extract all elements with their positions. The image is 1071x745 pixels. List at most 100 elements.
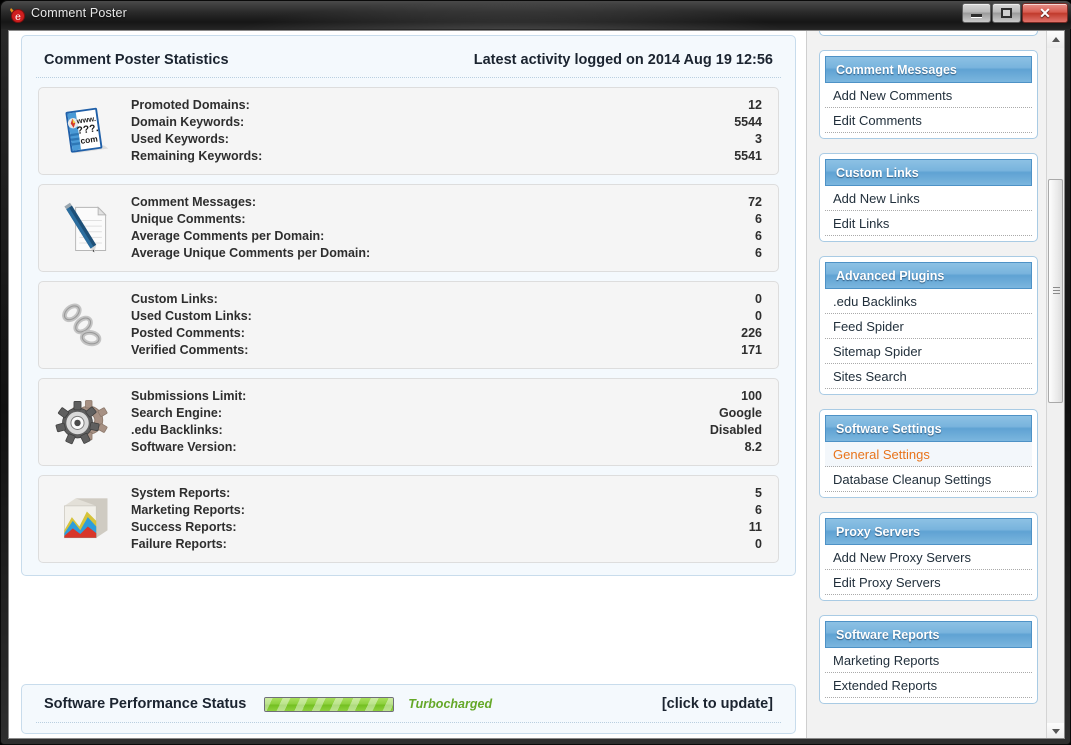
chart-box-icon: [53, 487, 117, 551]
sidebar-item-add-new-links[interactable]: Add New Links: [825, 186, 1032, 211]
svg-text:e: e: [15, 12, 21, 23]
stat-row: Posted Comments: 226: [131, 325, 764, 342]
sidebar-panel-software-settings: Software Settings General Settings Datab…: [819, 409, 1038, 498]
stat-value: Google: [719, 405, 762, 422]
sidebar-item-database-cleanup-settings[interactable]: Database Cleanup Settings: [825, 467, 1032, 492]
sidebar-panel-software-reports: Software Reports Marketing Reports Exten…: [819, 615, 1038, 704]
performance-status-card: Software Performance Status Turbocharged…: [21, 684, 796, 734]
sidebar-item-edit-links[interactable]: Edit Links: [825, 211, 1032, 236]
performance-progress-fill: [265, 698, 393, 711]
stat-label: Domain Keywords:: [131, 114, 244, 131]
stat-value: 72: [748, 194, 762, 211]
app-e-icon: e: [8, 6, 26, 24]
stat-value: 6: [755, 228, 762, 245]
stat-label: Custom Links:: [131, 291, 218, 308]
sidebar-item-add-new-proxy-servers[interactable]: Add New Proxy Servers: [825, 545, 1032, 570]
stat-label: Posted Comments:: [131, 325, 245, 342]
stat-rows: Promoted Domains: 12 Domain Keywords: 55…: [131, 97, 764, 165]
scroll-thumb-grip-icon: [1053, 287, 1060, 295]
stat-value: 5544: [734, 114, 762, 131]
title-bar: e Comment Poster ✕: [1, 1, 1071, 29]
sidebar-item-marketing-reports[interactable]: Marketing Reports: [825, 648, 1032, 673]
stat-row: Remaining Keywords: 5541: [131, 148, 764, 165]
sidebar-panel-heading: Advanced Plugins: [825, 262, 1032, 289]
performance-title: Software Performance Status: [44, 696, 246, 712]
stat-block-reports: System Reports: 5 Marketing Reports: 6 S…: [38, 475, 779, 563]
triangle-down-icon: [1052, 729, 1060, 734]
stat-row: Success Reports: 11: [131, 519, 764, 536]
sidebar-item-edu-backlinks[interactable]: .edu Backlinks: [825, 289, 1032, 314]
window-title: Comment Poster: [31, 6, 127, 20]
sidebar-panel-heading: Custom Links: [825, 159, 1032, 186]
stat-label: Comment Messages:: [131, 194, 256, 211]
sidebar-panel-heading: Software Settings: [825, 415, 1032, 442]
stat-rows: Custom Links: 0 Used Custom Links: 0 Pos…: [131, 291, 764, 359]
stat-value: 5: [755, 485, 762, 502]
statistics-card: Comment Poster Statistics Latest activit…: [21, 35, 796, 576]
stat-rows: Comment Messages: 72 Unique Comments: 6 …: [131, 194, 764, 262]
stat-label: Success Reports:: [131, 519, 237, 536]
stat-row: Average Comments per Domain: 6: [131, 228, 764, 245]
stat-row: Software Version: 8.2: [131, 439, 764, 456]
client-area: Comment Poster Statistics Latest activit…: [8, 30, 1065, 739]
stat-row: System Reports: 5: [131, 485, 764, 502]
stat-row: Used Custom Links: 0: [131, 308, 764, 325]
statistics-header: Comment Poster Statistics Latest activit…: [36, 46, 781, 78]
statistics-pane: Comment Poster Statistics Latest activit…: [9, 31, 806, 739]
stat-label: Failure Reports:: [131, 536, 227, 553]
performance-row: Software Performance Status Turbocharged…: [36, 694, 781, 723]
stat-row: Promoted Domains: 12: [131, 97, 764, 114]
stat-label: Remaining Keywords:: [131, 148, 262, 165]
stat-block-comments: Comment Messages: 72 Unique Comments: 6 …: [38, 184, 779, 272]
sidebar-item-sitemap-spider[interactable]: Sitemap Spider: [825, 339, 1032, 364]
sidebar-scrollbar[interactable]: [1046, 31, 1064, 739]
stat-value: 6: [755, 211, 762, 228]
sidebar-item-sites-search[interactable]: Sites Search: [825, 364, 1032, 389]
stat-rows: Submissions Limit: 100 Search Engine: Go…: [131, 388, 764, 456]
stat-value: 5541: [734, 148, 762, 165]
sidebar-item-general-settings[interactable]: General Settings: [825, 442, 1032, 467]
sidebar-panel-proxy-servers: Proxy Servers Add New Proxy Servers Edit…: [819, 512, 1038, 601]
close-button[interactable]: ✕: [1022, 3, 1068, 23]
sidebar: Edit Keywords Comment Messages Add New C…: [806, 31, 1047, 739]
sidebar-item-edit-comments[interactable]: Edit Comments: [825, 108, 1032, 133]
sidebar-item-add-new-comments[interactable]: Add New Comments: [825, 83, 1032, 108]
sidebar-item-feed-spider[interactable]: Feed Spider: [825, 314, 1032, 339]
stat-row: Search Engine: Google: [131, 405, 764, 422]
stat-row: Custom Links: 0: [131, 291, 764, 308]
maximize-icon: [1001, 8, 1012, 18]
sidebar-panel-custom-links: Custom Links Add New Links Edit Links: [819, 153, 1038, 242]
performance-status-label: Turbocharged: [408, 697, 492, 711]
sidebar-panel-heading: Comment Messages: [825, 56, 1032, 83]
stat-label: System Reports:: [131, 485, 230, 502]
scroll-down-button[interactable]: [1047, 723, 1064, 739]
stat-row: Unique Comments: 6: [131, 211, 764, 228]
title-bar-sheen: [231, 1, 791, 29]
stat-value: 6: [755, 245, 762, 262]
stat-value: 3: [755, 131, 762, 148]
stat-value: 6: [755, 502, 762, 519]
performance-progress-bar: [264, 697, 394, 712]
scroll-thumb[interactable]: [1048, 179, 1063, 403]
sidebar-item-edit-proxy-servers[interactable]: Edit Proxy Servers: [825, 570, 1032, 595]
stat-label: Average Unique Comments per Domain:: [131, 245, 370, 262]
stat-row: Domain Keywords: 5544: [131, 114, 764, 131]
maximize-button[interactable]: [992, 3, 1021, 23]
close-icon: ✕: [1039, 6, 1051, 20]
scroll-up-button[interactable]: [1047, 31, 1064, 48]
sidebar-panel-clipped: Edit Keywords: [819, 31, 1038, 36]
stat-label: Marketing Reports:: [131, 502, 245, 519]
stat-label: Promoted Domains:: [131, 97, 250, 114]
sidebar-item-extended-reports[interactable]: Extended Reports: [825, 673, 1032, 698]
domain-card-icon: www. ???. com: [53, 99, 117, 163]
stat-value: 0: [755, 308, 762, 325]
stat-row: Marketing Reports: 6: [131, 502, 764, 519]
minimize-button[interactable]: [962, 3, 991, 23]
stat-row: Average Unique Comments per Domain: 6: [131, 245, 764, 262]
stat-value: 100: [741, 388, 762, 405]
stat-label: Verified Comments:: [131, 342, 248, 359]
triangle-up-icon: [1052, 37, 1060, 42]
stat-label: Unique Comments:: [131, 211, 246, 228]
click-to-update-button[interactable]: [click to update]: [662, 696, 773, 712]
sidebar-panel-heading: Proxy Servers: [825, 518, 1032, 545]
